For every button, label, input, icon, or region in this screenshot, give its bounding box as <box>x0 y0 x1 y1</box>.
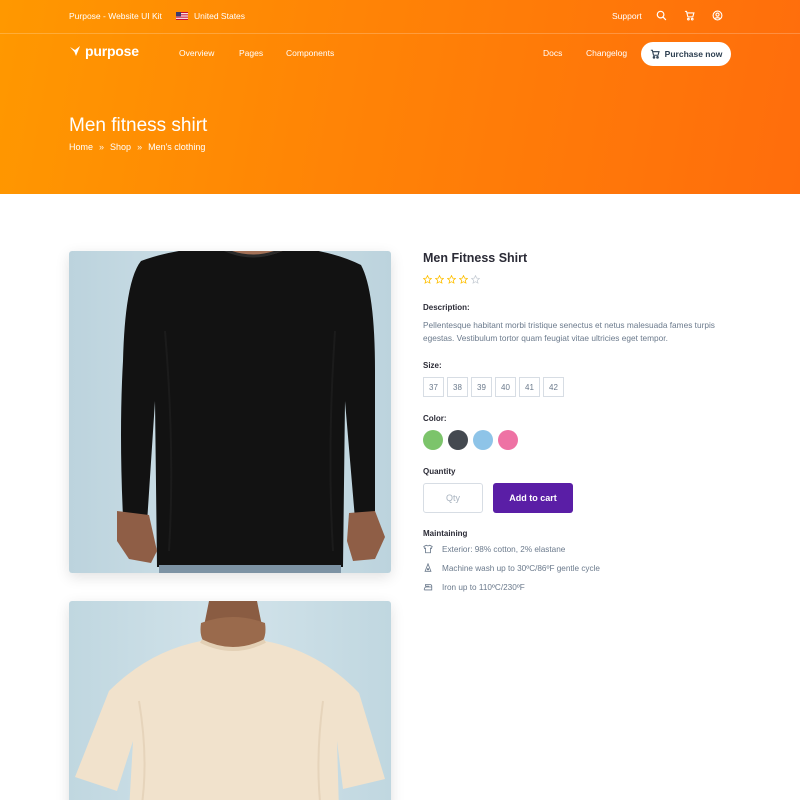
star-icon <box>435 275 444 284</box>
product-name: Men Fitness Shirt <box>423 251 528 265</box>
breadcrumb-home[interactable]: Home <box>69 142 93 152</box>
care-text: Iron up to 110ºC/230ºF <box>442 582 525 592</box>
quantity-label: Quantity <box>423 467 456 476</box>
care-text: Machine wash up to 30ºC/86ºF gentle cycl… <box>442 563 600 573</box>
us-flag-icon <box>176 12 188 20</box>
product-rating <box>423 275 483 284</box>
nav-components[interactable]: Components <box>286 48 334 58</box>
breadcrumb-separator: » <box>99 142 105 152</box>
country-selector[interactable]: United States <box>194 11 245 21</box>
main-navbar: purpose Overview Pages Components Docs C… <box>0 34 800 74</box>
care-item-wash: Machine wash up to 30ºC/86ºF gentle cycl… <box>423 563 600 573</box>
care-text: Exterior: 98% cotton, 2% elastane <box>442 544 566 554</box>
topbar: Purpose - Website UI Kit United States S… <box>0 0 800 34</box>
breadcrumb-separator: » <box>137 142 143 152</box>
product-image-front[interactable] <box>69 251 391 573</box>
breadcrumb-shop[interactable]: Shop <box>110 142 131 152</box>
iron-icon <box>423 584 433 591</box>
size-option-37[interactable]: 37 <box>423 377 444 397</box>
nav-overview[interactable]: Overview <box>179 48 214 58</box>
black-shirt-photo <box>117 251 385 573</box>
star-icon <box>423 275 432 284</box>
logo-text: purpose <box>85 43 139 59</box>
breadcrumb: Home » Shop » Men's clothing <box>69 142 205 152</box>
logo[interactable]: purpose <box>69 43 139 59</box>
support-link[interactable]: Support <box>612 11 642 21</box>
size-option-40[interactable]: 40 <box>495 377 516 397</box>
wash-icon <box>424 563 432 572</box>
shirt-icon <box>423 544 433 554</box>
star-icon <box>447 275 456 284</box>
breadcrumb-mens-clothing[interactable]: Men's clothing <box>148 142 205 152</box>
size-option-42[interactable]: 42 <box>543 377 564 397</box>
care-item-iron: Iron up to 110ºC/230ºF <box>423 582 525 592</box>
star-icon <box>459 275 468 284</box>
cart-icon <box>650 49 660 59</box>
search-icon[interactable] <box>656 10 667 21</box>
nav-docs[interactable]: Docs <box>543 48 562 58</box>
topbar-brand-link[interactable]: Purpose - Website UI Kit <box>69 11 162 21</box>
size-label: Size: <box>423 361 442 370</box>
size-option-39[interactable]: 39 <box>471 377 492 397</box>
size-option-41[interactable]: 41 <box>519 377 540 397</box>
color-swatch[interactable] <box>473 430 493 450</box>
nav-changelog[interactable]: Changelog <box>586 48 627 58</box>
color-label: Color: <box>423 414 447 423</box>
nav-pages[interactable]: Pages <box>239 48 263 58</box>
color-swatch[interactable] <box>423 430 443 450</box>
size-selector: 37 38 39 40 41 42 <box>423 377 567 397</box>
description-label: Description: <box>423 303 470 312</box>
purchase-now-label: Purchase now <box>664 49 723 59</box>
care-item-material: Exterior: 98% cotton, 2% elastane <box>423 544 565 554</box>
purchase-now-button[interactable]: Purchase now <box>641 42 731 66</box>
color-swatch[interactable] <box>498 430 518 450</box>
cart-icon[interactable] <box>684 10 695 21</box>
user-icon[interactable] <box>712 10 723 21</box>
color-swatch[interactable] <box>448 430 468 450</box>
star-icon <box>471 275 480 284</box>
product-description: Pellentesque habitant morbi tristique se… <box>423 320 715 343</box>
purpose-logo-icon <box>70 46 80 56</box>
add-to-cart-button[interactable]: Add to cart <box>493 483 573 513</box>
hero-header: Purpose - Website UI Kit United States S… <box>0 0 800 194</box>
quantity-input[interactable]: Qty <box>423 483 483 513</box>
maintaining-label: Maintaining <box>423 529 468 538</box>
page-title: Men fitness shirt <box>69 115 208 136</box>
product-image-back[interactable] <box>69 601 391 800</box>
beige-shirt-photo <box>75 601 385 800</box>
color-selector <box>423 430 523 450</box>
size-option-38[interactable]: 38 <box>447 377 468 397</box>
